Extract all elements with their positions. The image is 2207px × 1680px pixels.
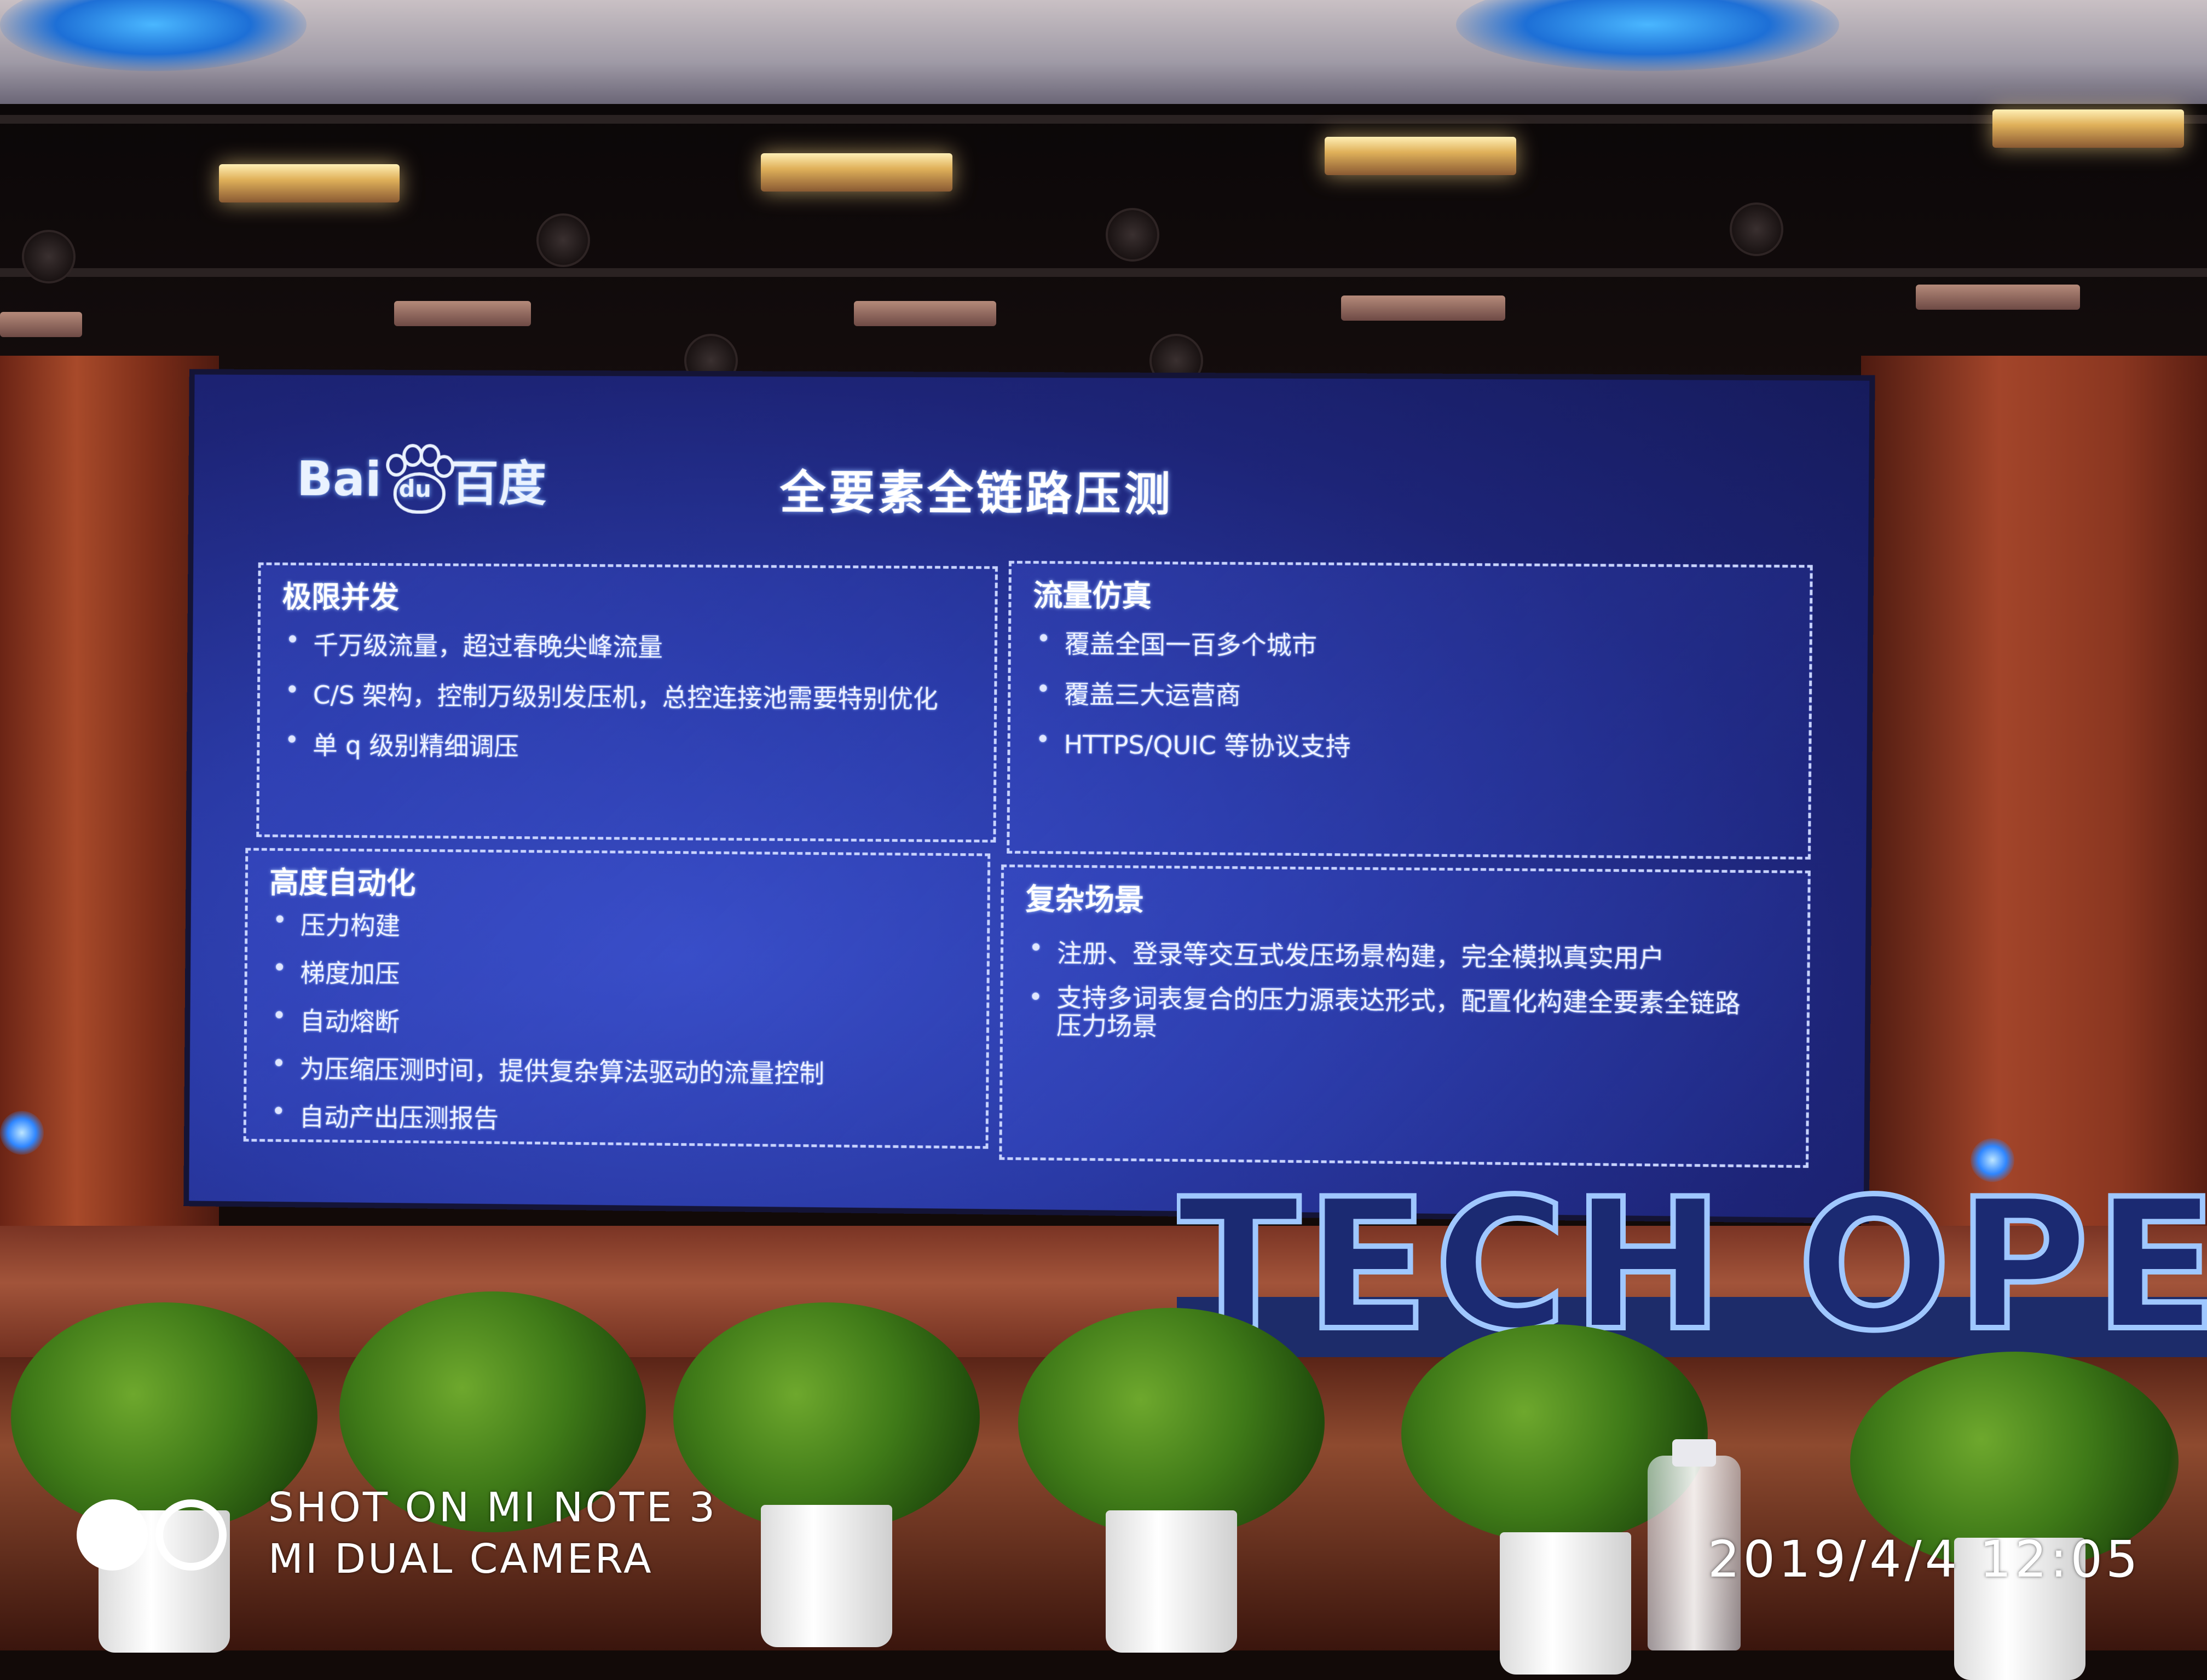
- panel-traffic-simulation: 流量仿真 • 覆盖全国一百多个城市 • 覆盖三大运营商 • HTTPS/QUIC 等协…: [1007, 560, 1813, 860]
- list-item: • 支持多词表复合的压力源表达形式，配置化构建全要素全链路压力场景: [1028, 982, 1741, 1041]
- baidu-logo: Bai du 百度: [296, 444, 547, 514]
- list-item: • 梯度加压: [272, 953, 400, 989]
- potted-plant: [673, 1302, 980, 1532]
- truss: [0, 268, 2207, 277]
- bullet: •: [271, 1001, 287, 1030]
- list-item: • 为压缩压测时间，提供复杂算法驱动的流量控制: [271, 1048, 825, 1088]
- blue-ceiling-glow: [1456, 0, 1839, 71]
- bullet: •: [272, 953, 287, 983]
- bullet: •: [271, 1097, 286, 1126]
- slide-title: 全要素全链路压测: [779, 466, 1174, 522]
- truss: [0, 115, 2207, 124]
- panel-title: 复杂场景: [1025, 882, 1145, 918]
- panel-extreme-concurrency: 极限并发 • 千万级流量，超过春晚尖峰流量 • C/S 架构，控制万级别发压机，总控…: [256, 562, 998, 843]
- logo-cn-text: 百度: [450, 454, 547, 512]
- stage-lamp: [0, 312, 82, 337]
- watermark-line2: MI DUAL CAMERA: [268, 1536, 654, 1583]
- bullet: •: [271, 1048, 287, 1079]
- list-item: • 千万级流量，超过春晚尖峰流量: [285, 625, 663, 662]
- bullet: •: [1036, 624, 1051, 654]
- logo-bai-text: Bai: [296, 450, 382, 507]
- bullet: •: [1035, 725, 1051, 755]
- stage-lamp: [1992, 109, 2184, 148]
- projection-screen: Bai du 百度 全要素全链路压测 极限并发 • 千万级流量，超过春晚尖峰流量 …: [189, 374, 1870, 1218]
- spotlight: [1730, 202, 1783, 256]
- ring-icon: [155, 1499, 227, 1571]
- ceiling-trim: [0, 0, 2207, 104]
- logo-du-text: du: [398, 475, 431, 502]
- panel-title: 高度自动化: [269, 865, 416, 901]
- bullet: •: [272, 905, 287, 935]
- panel-list: • 注册、登录等交互式发压场景构建，完全模拟真实用户 • 支持多词表复合的压力源表达…: [1025, 933, 1762, 1059]
- panel-title: 极限并发: [282, 580, 400, 615]
- bullet: •: [285, 625, 301, 655]
- slide: Bai du 百度 全要素全链路压测 极限并发 • 千万级流量，超过春晚尖峰流量 …: [189, 374, 1870, 1218]
- list-item: • 注册、登录等交互式发压场景构建，完全模拟真实用户: [1028, 933, 1665, 973]
- bullet: •: [1028, 982, 1043, 1012]
- list-item: • 覆盖全国一百多个城市: [1036, 624, 1318, 661]
- bullet: •: [284, 725, 299, 755]
- bullet: •: [1036, 674, 1051, 704]
- list-item: • 压力构建: [272, 905, 401, 941]
- bullet: •: [285, 675, 300, 705]
- bullet: •: [1028, 933, 1044, 963]
- panel-complex-scenarios: 复杂场景 • 注册、登录等交互式发压场景构建，完全模拟真实用户 • 支持多词表复合的…: [999, 864, 1811, 1168]
- potted-plant: [1018, 1308, 1325, 1538]
- panel-list: • 覆盖全国一百多个城市 • 覆盖三大运营商 • HTTPS/QUIC 等协议支持: [1032, 624, 1351, 777]
- stage-lamp: [854, 301, 996, 326]
- stage-lamp: [1341, 296, 1505, 321]
- stage-lamp: [394, 301, 531, 326]
- spotlight: [536, 213, 590, 267]
- list-item: • 单 q 级别精细调压: [284, 725, 519, 761]
- list-item: • HTTPS/QUIC 等协议支持: [1035, 725, 1351, 762]
- spotlight: [22, 230, 76, 283]
- spotlight: [1106, 208, 1159, 262]
- camera-watermark-logo: [77, 1499, 234, 1571]
- plant-pot: [1106, 1510, 1237, 1653]
- blue-ceiling-glow: [0, 0, 307, 71]
- list-item: • 自动产出压测报告: [271, 1097, 499, 1133]
- list-item: • 覆盖三大运营商: [1036, 674, 1241, 710]
- paw-icon: du: [383, 444, 454, 514]
- watermark-line1: SHOT ON MI NOTE 3: [268, 1484, 718, 1531]
- plant-pot: [761, 1505, 892, 1647]
- plant-pot: [1500, 1532, 1631, 1675]
- lighting-rig: [0, 104, 2207, 389]
- panel-list: • 千万级流量，超过春晚尖峰流量 • C/S 架构，控制万级别发压机，总控连接池需要…: [281, 625, 938, 780]
- stage-lamp: [1916, 285, 2080, 310]
- dot-icon: [77, 1499, 148, 1571]
- wood-wall-right: [1861, 356, 2207, 1259]
- stage-lamp: [1325, 137, 1516, 175]
- panel-list: • 压力构建 • 梯度加压 • 自动熔断 • 为压缩压测时间，提供复杂算法驱动的流量控制…: [268, 905, 825, 1150]
- list-item: • 自动熔断: [271, 1001, 400, 1036]
- watermark-datetime: 2019/4/4 12:05: [1708, 1530, 2141, 1589]
- tech-open-day-sign: TECH OPEN DA: [1177, 1160, 2207, 1368]
- sign-letters: TECH OPEN DA: [1177, 1160, 2207, 1368]
- panel-title: 流量仿真: [1033, 578, 1152, 614]
- stage-lamp: [219, 164, 400, 202]
- list-item: • C/S 架构，控制万级别发压机，总控连接池需要特别优化: [285, 675, 938, 714]
- stage-lamp: [761, 153, 952, 192]
- panel-high-automation: 高度自动化 • 压力构建 • 梯度加压 • 自动熔断 • 为压缩压测时间，提供复杂算法驱…: [243, 848, 991, 1150]
- blue-stage-light: [0, 1111, 44, 1155]
